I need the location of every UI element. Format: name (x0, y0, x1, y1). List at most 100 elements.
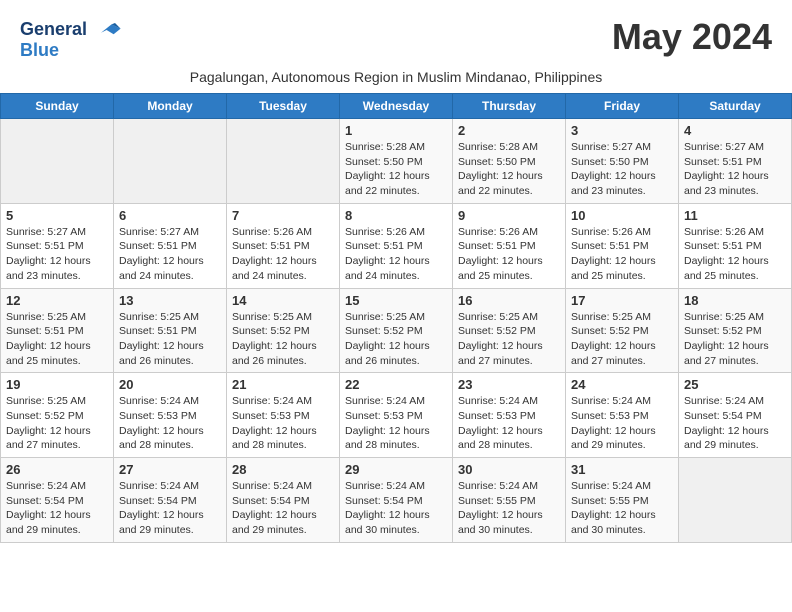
day-number: 3 (571, 123, 673, 138)
day-number: 2 (458, 123, 560, 138)
calendar-cell: 19 Sunrise: 5:25 AM Sunset: 5:52 PM Dayli… (1, 373, 114, 458)
day-info: Sunrise: 5:27 AM Sunset: 5:51 PM Dayligh… (6, 225, 108, 284)
day-number: 27 (119, 462, 221, 477)
day-header-tuesday: Tuesday (227, 94, 340, 119)
day-number: 10 (571, 208, 673, 223)
day-number: 20 (119, 377, 221, 392)
day-number: 6 (119, 208, 221, 223)
calendar-cell: 28 Sunrise: 5:24 AM Sunset: 5:54 PM Dayli… (227, 458, 340, 543)
day-number: 5 (6, 208, 108, 223)
day-header-saturday: Saturday (679, 94, 792, 119)
calendar-cell: 23 Sunrise: 5:24 AM Sunset: 5:53 PM Dayli… (453, 373, 566, 458)
day-info: Sunrise: 5:26 AM Sunset: 5:51 PM Dayligh… (345, 225, 447, 284)
day-number: 31 (571, 462, 673, 477)
day-info: Sunrise: 5:28 AM Sunset: 5:50 PM Dayligh… (345, 140, 447, 199)
calendar-cell: 10 Sunrise: 5:26 AM Sunset: 5:51 PM Dayli… (566, 203, 679, 288)
day-number: 9 (458, 208, 560, 223)
page-header: General Blue May 2024 (0, 0, 792, 69)
day-info: Sunrise: 5:24 AM Sunset: 5:55 PM Dayligh… (458, 479, 560, 538)
day-number: 13 (119, 293, 221, 308)
day-number: 8 (345, 208, 447, 223)
day-number: 26 (6, 462, 108, 477)
calendar-cell: 2 Sunrise: 5:28 AM Sunset: 5:50 PM Daylig… (453, 119, 566, 204)
day-info: Sunrise: 5:25 AM Sunset: 5:51 PM Dayligh… (6, 310, 108, 369)
day-number: 30 (458, 462, 560, 477)
calendar-week-1: 1Sunrise: 5:28 AM Sunset: 5:50 PM Daylig… (1, 119, 792, 204)
day-info: Sunrise: 5:26 AM Sunset: 5:51 PM Dayligh… (458, 225, 560, 284)
day-info: Sunrise: 5:25 AM Sunset: 5:51 PM Dayligh… (119, 310, 221, 369)
day-header-wednesday: Wednesday (340, 94, 453, 119)
day-info: Sunrise: 5:25 AM Sunset: 5:52 PM Dayligh… (345, 310, 447, 369)
day-info: Sunrise: 5:24 AM Sunset: 5:54 PM Dayligh… (684, 394, 786, 453)
day-info: Sunrise: 5:24 AM Sunset: 5:53 PM Dayligh… (458, 394, 560, 453)
calendar-cell (114, 119, 227, 204)
day-number: 7 (232, 208, 334, 223)
day-number: 23 (458, 377, 560, 392)
day-number: 15 (345, 293, 447, 308)
day-number: 18 (684, 293, 786, 308)
day-number: 24 (571, 377, 673, 392)
calendar-cell: 25 Sunrise: 5:24 AM Sunset: 5:54 PM Dayli… (679, 373, 792, 458)
day-number: 21 (232, 377, 334, 392)
day-number: 29 (345, 462, 447, 477)
day-info: Sunrise: 5:24 AM Sunset: 5:53 PM Dayligh… (571, 394, 673, 453)
calendar-cell: 20 Sunrise: 5:24 AM Sunset: 5:53 PM Dayli… (114, 373, 227, 458)
calendar-subtitle: Pagalungan, Autonomous Region in Muslim … (0, 69, 792, 93)
day-number: 25 (684, 377, 786, 392)
calendar-cell: 27 Sunrise: 5:24 AM Sunset: 5:54 PM Dayli… (114, 458, 227, 543)
day-number: 19 (6, 377, 108, 392)
day-info: Sunrise: 5:27 AM Sunset: 5:51 PM Dayligh… (684, 140, 786, 199)
calendar-cell: 31 Sunrise: 5:24 AM Sunset: 5:55 PM Dayli… (566, 458, 679, 543)
calendar-cell (227, 119, 340, 204)
day-number: 28 (232, 462, 334, 477)
calendar-cell: 15 Sunrise: 5:25 AM Sunset: 5:52 PM Dayli… (340, 288, 453, 373)
day-info: Sunrise: 5:25 AM Sunset: 5:52 PM Dayligh… (571, 310, 673, 369)
calendar-cell: 12 Sunrise: 5:25 AM Sunset: 5:51 PM Dayli… (1, 288, 114, 373)
day-info: Sunrise: 5:25 AM Sunset: 5:52 PM Dayligh… (6, 394, 108, 453)
day-info: Sunrise: 5:24 AM Sunset: 5:54 PM Dayligh… (345, 479, 447, 538)
day-info: Sunrise: 5:24 AM Sunset: 5:55 PM Dayligh… (571, 479, 673, 538)
calendar-header: SundayMondayTuesdayWednesdayThursdayFrid… (1, 94, 792, 119)
calendar-cell: 1Sunrise: 5:28 AM Sunset: 5:50 PM Daylig… (340, 119, 453, 204)
day-number: 12 (6, 293, 108, 308)
day-info: Sunrise: 5:28 AM Sunset: 5:50 PM Dayligh… (458, 140, 560, 199)
day-number: 14 (232, 293, 334, 308)
logo-general: General (20, 19, 87, 39)
calendar-cell: 4 Sunrise: 5:27 AM Sunset: 5:51 PM Daylig… (679, 119, 792, 204)
calendar-week-2: 5 Sunrise: 5:27 AM Sunset: 5:51 PM Daylig… (1, 203, 792, 288)
calendar-cell: 26Sunrise: 5:24 AM Sunset: 5:54 PM Dayli… (1, 458, 114, 543)
day-header-friday: Friday (566, 94, 679, 119)
logo-bird-icon (94, 16, 122, 44)
calendar-cell: 11Sunrise: 5:26 AM Sunset: 5:51 PM Dayli… (679, 203, 792, 288)
calendar-cell: 3 Sunrise: 5:27 AM Sunset: 5:50 PM Daylig… (566, 119, 679, 204)
day-info: Sunrise: 5:26 AM Sunset: 5:51 PM Dayligh… (684, 225, 786, 284)
day-number: 16 (458, 293, 560, 308)
day-info: Sunrise: 5:24 AM Sunset: 5:54 PM Dayligh… (119, 479, 221, 538)
day-info: Sunrise: 5:25 AM Sunset: 5:52 PM Dayligh… (458, 310, 560, 369)
calendar-cell: 9 Sunrise: 5:26 AM Sunset: 5:51 PM Daylig… (453, 203, 566, 288)
calendar-body: 1Sunrise: 5:28 AM Sunset: 5:50 PM Daylig… (1, 119, 792, 543)
day-info: Sunrise: 5:27 AM Sunset: 5:51 PM Dayligh… (119, 225, 221, 284)
calendar-cell: 6 Sunrise: 5:27 AM Sunset: 5:51 PM Daylig… (114, 203, 227, 288)
calendar-cell: 21Sunrise: 5:24 AM Sunset: 5:53 PM Dayli… (227, 373, 340, 458)
calendar-cell (679, 458, 792, 543)
day-info: Sunrise: 5:24 AM Sunset: 5:54 PM Dayligh… (232, 479, 334, 538)
calendar-week-4: 19 Sunrise: 5:25 AM Sunset: 5:52 PM Dayli… (1, 373, 792, 458)
day-info: Sunrise: 5:27 AM Sunset: 5:50 PM Dayligh… (571, 140, 673, 199)
day-info: Sunrise: 5:25 AM Sunset: 5:52 PM Dayligh… (232, 310, 334, 369)
day-info: Sunrise: 5:26 AM Sunset: 5:51 PM Dayligh… (571, 225, 673, 284)
calendar-cell: 7Sunrise: 5:26 AM Sunset: 5:51 PM Daylig… (227, 203, 340, 288)
day-number: 4 (684, 123, 786, 138)
day-info: Sunrise: 5:24 AM Sunset: 5:53 PM Dayligh… (345, 394, 447, 453)
calendar-cell: 5 Sunrise: 5:27 AM Sunset: 5:51 PM Daylig… (1, 203, 114, 288)
calendar-cell: 24 Sunrise: 5:24 AM Sunset: 5:53 PM Dayli… (566, 373, 679, 458)
calendar-week-3: 12 Sunrise: 5:25 AM Sunset: 5:51 PM Dayli… (1, 288, 792, 373)
day-number: 22 (345, 377, 447, 392)
calendar-week-5: 26 Sunrise: 5:24 AM Sunset: 5:54 PM Dayli… (1, 458, 792, 543)
day-info: Sunrise: 5:25 AM Sunset: 5:52 PM Dayligh… (684, 310, 786, 369)
calendar-cell: 16 Sunrise: 5:25 AM Sunset: 5:52 PM Dayli… (453, 288, 566, 373)
day-info: Sunrise: 5:24 AM Sunset: 5:53 PM Dayligh… (119, 394, 221, 453)
calendar-cell: 22 Sunrise: 5:24 AM Sunset: 5:53 PM Dayli… (340, 373, 453, 458)
logo: General Blue (20, 16, 122, 61)
calendar-cell (1, 119, 114, 204)
